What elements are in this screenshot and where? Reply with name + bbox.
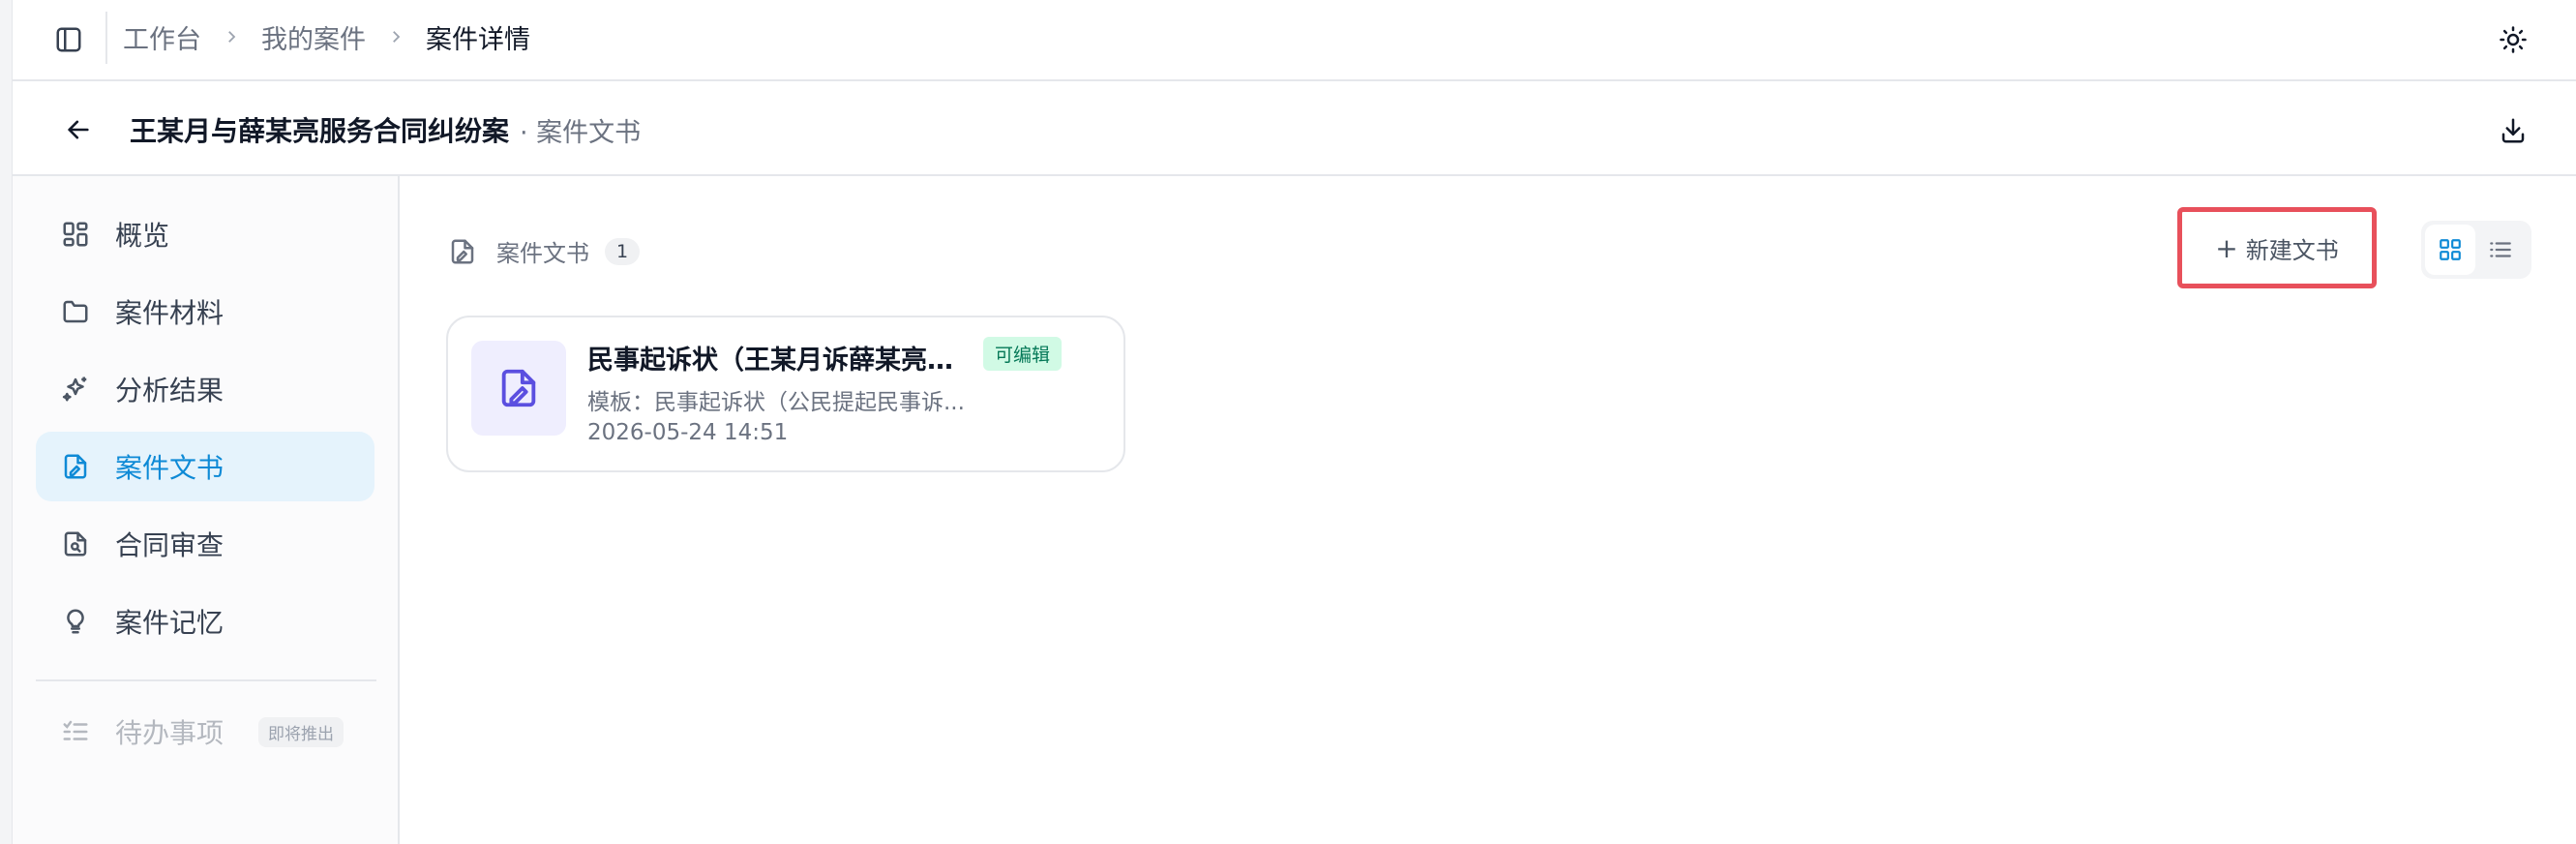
sidebar: 概览 案件材料 分析结果 案件文书 合同审查 案件记忆 待办事项 即将推出 [13,176,400,844]
breadcrumb-workbench[interactable]: 工作台 [123,18,201,56]
case-title: 王某月与薛某亮服务合同纠纷案 [130,115,510,147]
arrow-left-icon[interactable] [57,108,100,151]
sidebar-item-label: 概览 [115,220,170,252]
download-icon[interactable] [2489,106,2537,155]
sidebar-item-todo: 待办事项 即将推出 [36,697,374,767]
sidebar-item-label: 案件文书 [115,452,225,484]
document-count-badge: 1 [605,237,641,265]
main-content: 案件文书 1 + 新建文书 民事起诉状（王某月诉薛某亮公... 可编辑 模板：民… [402,176,2576,844]
document-timestamp: 2026-05-24 14:51 [587,420,789,445]
window-edge [0,0,13,844]
sidebar-item-label: 待办事项 [115,717,225,749]
grid-view-icon[interactable] [2425,225,2475,275]
sidebar-item-label: 案件材料 [115,297,225,329]
document-template: 模板：民事起诉状（公民提起民事诉... [587,390,965,415]
file-signature-icon [446,235,479,268]
coming-soon-badge: 即将推出 [258,716,344,747]
sun-icon[interactable] [2489,15,2537,64]
checklist-icon [59,715,92,748]
document-title: 民事起诉状（王某月诉薛某亮公... [587,346,974,376]
plus-icon: + [2215,231,2238,264]
sidebar-item-overview[interactable]: 概览 [36,199,374,269]
view-mode-toggle [2421,221,2531,279]
file-signature-icon [59,450,92,483]
list-view-icon[interactable] [2475,225,2526,275]
app-window: 工作台 我的案件 案件详情 王某月与薛某亮服务合同纠纷案 · 案件文书 概览 案… [0,0,2576,844]
topbar-divider [105,12,107,64]
section-header: 案件文书 1 [446,234,641,268]
sidebar-item-label: 分析结果 [115,375,225,407]
breadcrumb-case-detail: 案件详情 [426,24,530,55]
folder-icon [59,295,92,328]
breadcrumb-my-cases[interactable]: 我的案件 [261,18,366,56]
chevron-right-icon [387,28,404,45]
new-document-button[interactable]: + 新建文书 [2177,207,2377,288]
lightbulb-icon [59,605,92,638]
document-edit-icon [471,341,566,436]
file-search-icon [59,528,92,560]
case-section-label: · 案件文书 [520,118,642,148]
top-bar: 工作台 我的案件 案件详情 [13,0,2576,81]
sidebar-item-documents[interactable]: 案件文书 [36,432,374,501]
sidebar-item-contract-review[interactable]: 合同审查 [36,509,374,579]
breadcrumb: 工作台 我的案件 案件详情 [123,17,530,56]
sidebar-toggle-icon[interactable] [48,19,89,60]
sidebar-divider [36,679,376,681]
new-document-label: 新建文书 [2245,236,2339,264]
sidebar-item-label: 合同审查 [115,529,225,561]
document-card[interactable]: 民事起诉状（王某月诉薛某亮公... 可编辑 模板：民事起诉状（公民提起民事诉..… [446,316,1125,472]
sidebar-item-analysis[interactable]: 分析结果 [36,354,374,424]
case-header: 王某月与薛某亮服务合同纠纷案 · 案件文书 [13,83,2576,176]
sidebar-item-label: 案件记忆 [115,607,225,639]
editable-badge: 可编辑 [983,337,1063,371]
sidebar-item-memory[interactable]: 案件记忆 [36,587,374,656]
section-title: 案件文书 [496,240,589,267]
dashboard-icon [59,218,92,251]
sparkles-icon [59,373,92,406]
chevron-right-icon [223,28,240,45]
sidebar-item-materials[interactable]: 案件材料 [36,277,374,347]
